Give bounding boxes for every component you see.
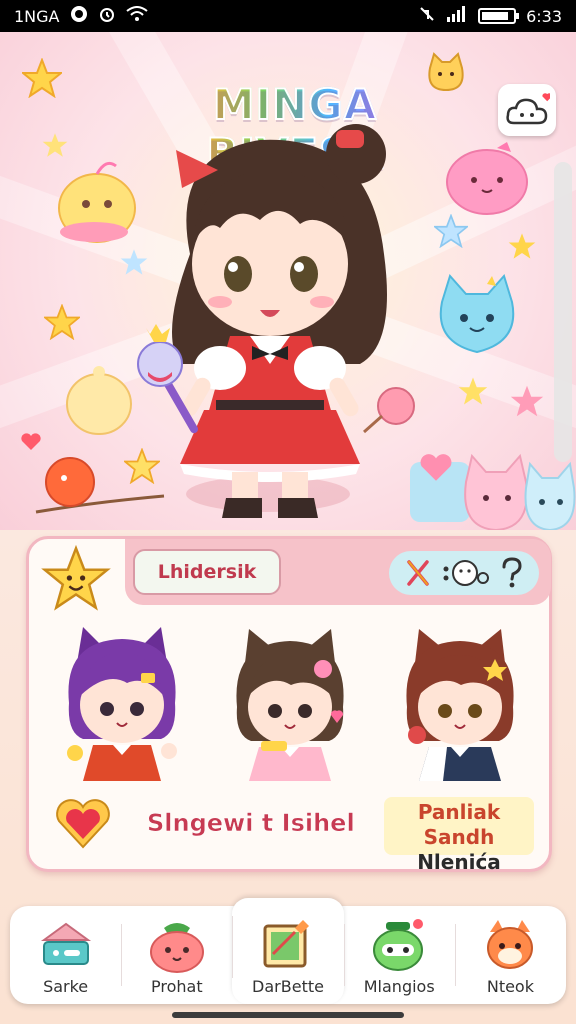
sticker-panel: Lhidersik Slngewi t Isihel Panliak Sandh… — [26, 536, 552, 874]
face-icon[interactable] — [441, 558, 489, 588]
cat-pet-icon — [439, 274, 515, 354]
bottom-nav: Sarke Prohat DarBette Mlangios Nteok — [10, 898, 566, 1004]
star-icon — [22, 58, 62, 98]
nav-item-mlangios[interactable]: Mlangios — [343, 906, 455, 1004]
sticker-caption-left[interactable]: Slngewi t Isihel — [55, 795, 355, 851]
chat-bubble-icon — [40, 922, 91, 965]
sticker-brown-hair-cat-girl[interactable] — [225, 623, 355, 783]
caption-right-line2: Nlenića — [417, 850, 501, 874]
alarm-icon — [98, 5, 116, 27]
heart-icon — [21, 433, 41, 450]
mute-icon — [418, 5, 436, 27]
scissors-icon[interactable] — [403, 558, 433, 588]
category-tab[interactable]: Lhidersik — [133, 549, 281, 595]
star-icon — [458, 377, 488, 405]
sticker-auburn-hair-cat-girl[interactable] — [395, 623, 525, 783]
caption-left-text: Slngewi t Isihel — [147, 809, 355, 838]
notification-dot-icon — [70, 5, 88, 27]
strawberry-pet-icon — [149, 923, 204, 973]
signal-icon — [446, 6, 468, 26]
star-icon — [508, 233, 536, 259]
sketchbook-icon — [263, 920, 309, 968]
sticker-caption-right[interactable]: Panliak Sandh Nlenića — [384, 797, 534, 874]
wifi-icon — [125, 6, 148, 26]
hero-banner: MINGA BIVESA — [0, 32, 576, 530]
star-face-icon — [41, 545, 111, 611]
nav-item-sarke[interactable]: Sarke — [10, 906, 121, 1004]
nav-label: Nteok — [486, 977, 534, 996]
category-label: Lhidersik — [157, 561, 257, 583]
star-icon — [510, 385, 544, 417]
cloud-heart-icon — [506, 93, 550, 125]
nav-label: Sarke — [43, 977, 89, 996]
star-icon — [44, 304, 80, 340]
nav-label: Mlangios — [363, 977, 435, 996]
heart-badge-icon — [56, 799, 110, 849]
battery-icon — [478, 8, 520, 24]
sticker-purple-hair-cat-girl[interactable] — [57, 623, 187, 783]
robot-pet-icon — [373, 919, 424, 971]
nav-label: DarBette — [252, 977, 324, 996]
cat-mascot-icon — [428, 52, 464, 92]
home-indicator[interactable] — [172, 1012, 404, 1018]
nav-item-prohat[interactable]: Prohat — [121, 906, 232, 1004]
status-bar: 1NGA 6:33 — [0, 0, 576, 32]
fox-pet-icon — [487, 920, 534, 969]
star-icon — [434, 214, 468, 248]
question-icon[interactable] — [497, 557, 525, 589]
tool-bar — [389, 551, 539, 595]
caption-right-line1: Panliak Sandh — [417, 800, 501, 849]
nav-label: Prohat — [151, 977, 203, 996]
carrier-text: 1NGA — [14, 6, 60, 26]
clock: 6:33 — [526, 6, 562, 26]
cloud-button[interactable] — [498, 84, 556, 136]
scrollbar[interactable] — [554, 162, 572, 462]
heart-icon — [420, 454, 452, 481]
nav-item-darbette[interactable]: DarBette — [232, 898, 344, 1004]
nav-item-nteok[interactable]: Nteok — [454, 906, 566, 1004]
main-character — [137, 124, 415, 518]
